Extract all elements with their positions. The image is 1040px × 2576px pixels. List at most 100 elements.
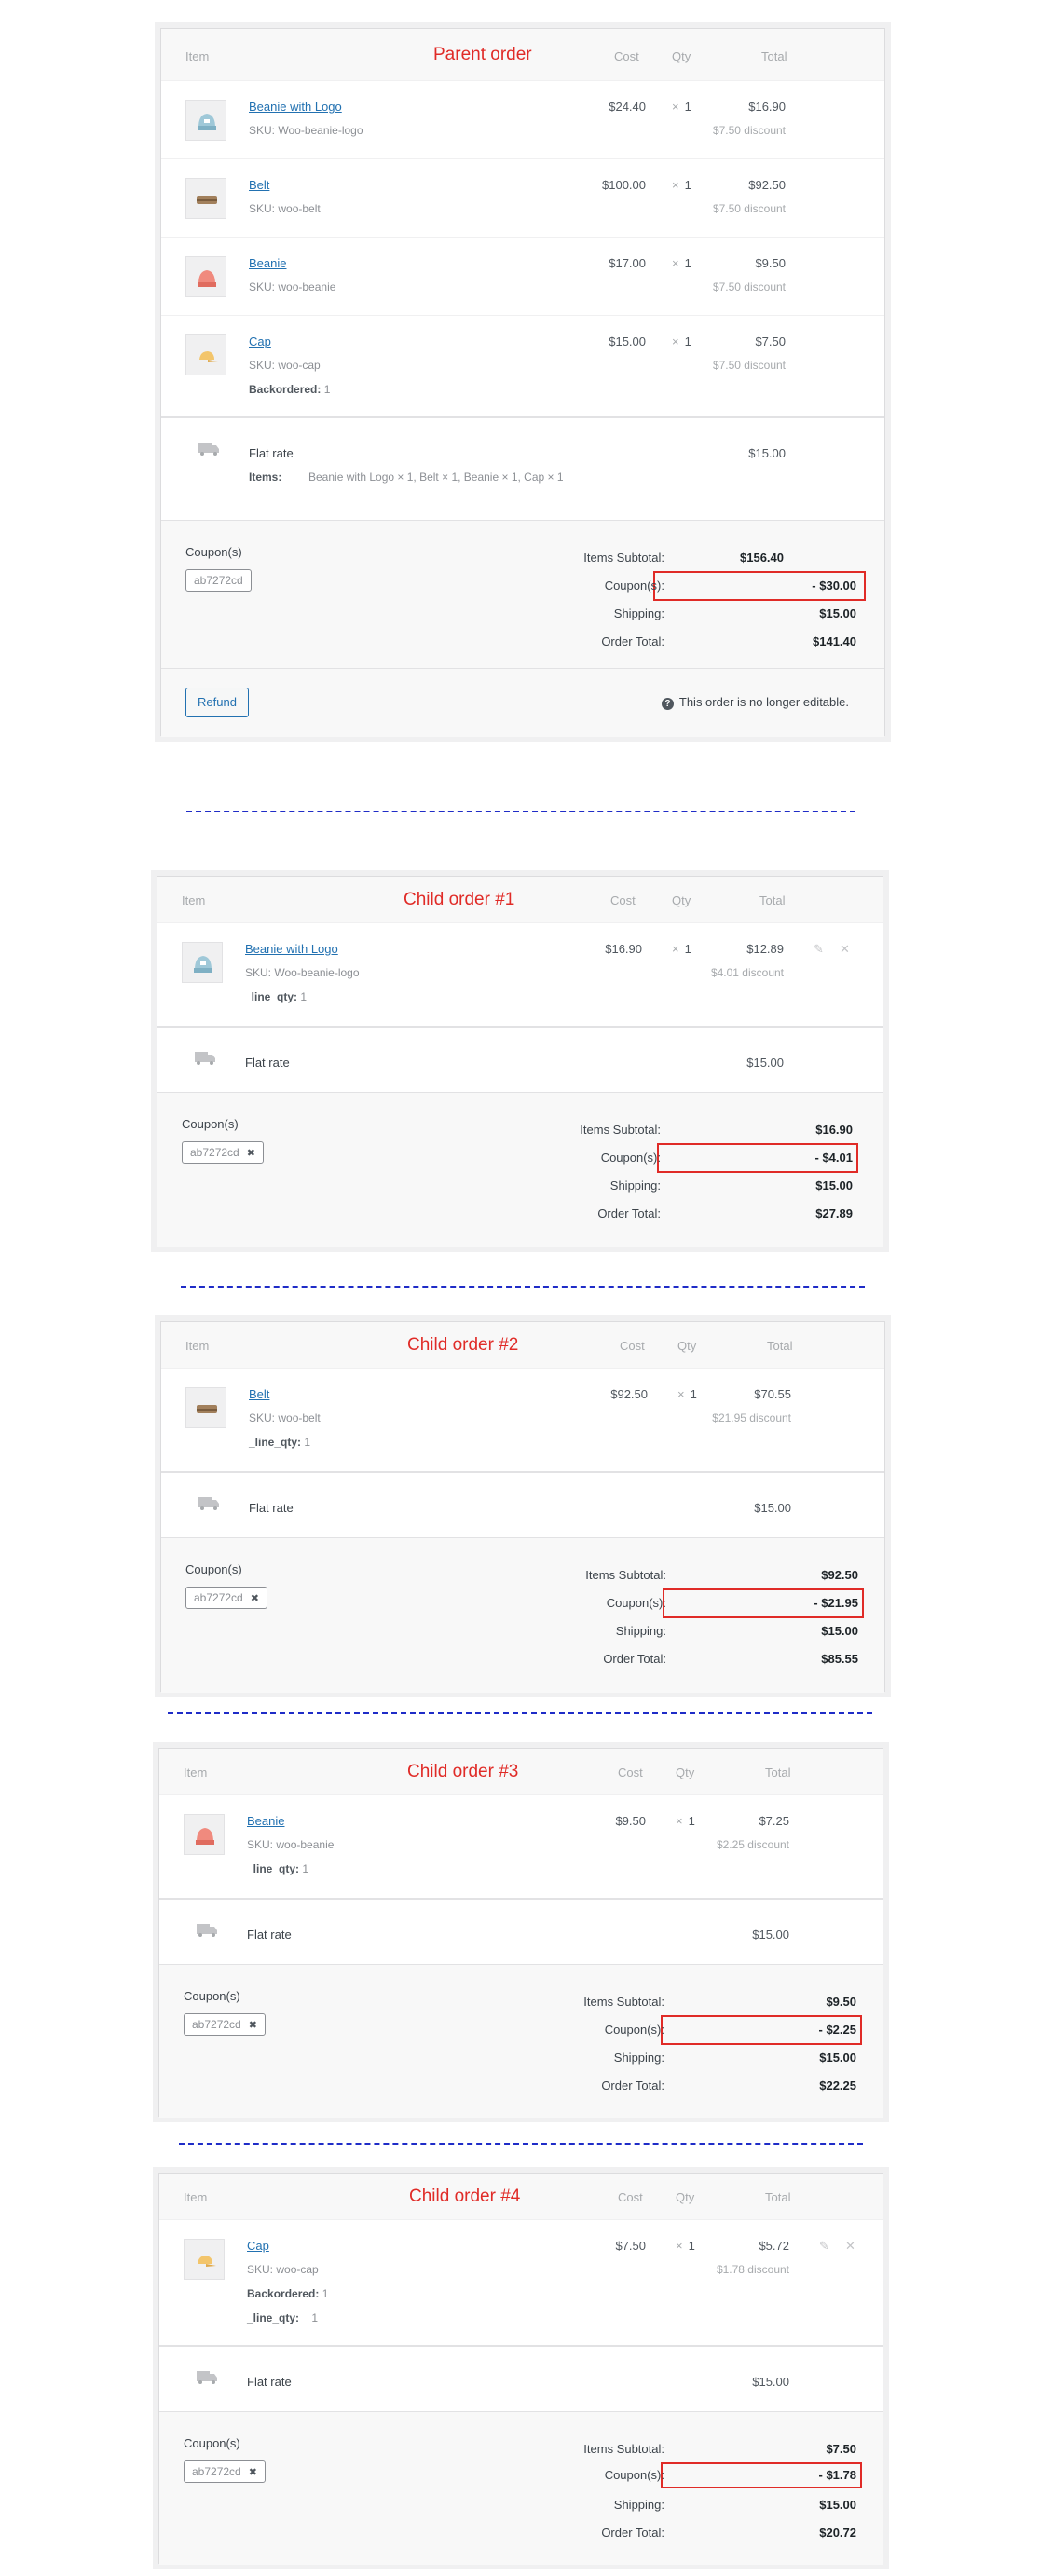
shipping-total-label: Shipping: xyxy=(609,1179,661,1193)
item-name-link[interactable]: Cap xyxy=(249,334,271,348)
item-discount: $1.78 discount xyxy=(716,2263,789,2276)
item-name-link[interactable]: Beanie with Logo xyxy=(249,100,342,114)
line-item: Belt SKU: woo-belt _line_qty: 1 $92.50 ×… xyxy=(161,1369,884,1473)
item-name-link[interactable]: Beanie xyxy=(247,1814,284,1828)
col-item: Item xyxy=(182,893,206,907)
qty-value: 1 xyxy=(684,100,691,114)
beanie-thumbnail xyxy=(185,256,226,297)
child-order-3-panel: Item Child order #3 Cost Qty Total Beani… xyxy=(158,1748,883,2118)
line-item: Beanie SKU: woo-beanie _line_qty: 1 $9.5… xyxy=(159,1795,883,1900)
item-cost: $100.00 xyxy=(602,178,646,192)
shipping-row: Flat rate Items: Beanie with Logo × 1, B… xyxy=(161,418,884,521)
order-total-label: Order Total: xyxy=(601,634,664,648)
items-subtotal-label: Items Subtotal: xyxy=(583,2442,664,2456)
col-qty: Qty xyxy=(672,49,691,63)
child-order-2-panel: Item Child order #2 Cost Qty Total Belt … xyxy=(160,1321,885,1693)
coupon-chip[interactable]: ab7272cd ✖ xyxy=(185,1587,267,1609)
items-subtotal-value: $7.50 xyxy=(826,2442,856,2456)
order-total-label: Order Total: xyxy=(603,1652,666,1666)
line-item: Belt SKU: woo-belt $100.00 × 1 $92.50 $7.… xyxy=(161,159,884,238)
shipping-total-value: $15.00 xyxy=(819,2051,856,2065)
shipping-total: $15.00 xyxy=(746,1056,784,1070)
edit-icon[interactable]: ✎ xyxy=(819,2239,829,2254)
items-subtotal-label: Items Subtotal: xyxy=(583,1995,664,2009)
shipping-row: Flat rate $15.00 xyxy=(159,1900,883,1965)
col-qty: Qty xyxy=(676,2190,695,2204)
not-editable-text: This order is no longer editable. xyxy=(678,695,849,709)
item-backordered: Backordered: 1 xyxy=(247,2287,328,2300)
cap-thumbnail xyxy=(185,334,226,375)
item-cost: $16.90 xyxy=(605,942,642,956)
item-name-link[interactable]: Cap xyxy=(247,2239,269,2253)
sku-label: SKU: xyxy=(249,202,276,215)
item-line-qty: _line_qty: 1 xyxy=(245,990,307,1003)
coupons-heading: Coupon(s) xyxy=(185,545,242,559)
truck-icon xyxy=(198,1497,219,1510)
remove-coupon-icon[interactable]: ✖ xyxy=(249,2467,257,2478)
shipping-row: Flat rate $15.00 xyxy=(161,1473,884,1538)
section-divider xyxy=(181,1286,865,1288)
item-name-link[interactable]: Beanie with Logo xyxy=(245,942,338,956)
sku-label: SKU: xyxy=(247,1838,274,1851)
item-name-link[interactable]: Belt xyxy=(249,178,269,192)
coupons-heading: Coupon(s) xyxy=(182,1117,239,1131)
order-totals-area: Coupon(s) ab7272cd ✖ Items Subtotal: $16.… xyxy=(157,1093,883,1247)
qty-value: 1 xyxy=(688,1814,695,1828)
section-divider xyxy=(179,2143,863,2145)
coupons-total-label: Coupon(s): xyxy=(604,2023,664,2037)
remove-coupon-icon[interactable]: ✖ xyxy=(247,1148,255,1159)
order-total-value: $20.72 xyxy=(819,2526,856,2540)
delete-icon[interactable]: ✕ xyxy=(845,2239,855,2254)
item-qty: × 1 xyxy=(672,334,691,348)
beanie-logo-icon xyxy=(194,956,212,973)
coupon-chip[interactable]: ab7272cd xyxy=(185,569,252,592)
shipping-method-name: Flat rate xyxy=(249,446,294,460)
sku-value: Woo-beanie-logo xyxy=(274,966,360,979)
order-total-value: $27.89 xyxy=(815,1206,853,1220)
items-header: Item Child order #1 Cost Qty Total xyxy=(157,877,883,923)
item-sku: SKU: woo-belt xyxy=(249,202,321,215)
sku-value: woo-belt xyxy=(278,1411,321,1424)
remove-coupon-icon[interactable]: ✖ xyxy=(251,1593,259,1604)
line-qty-label: _line_qty: xyxy=(247,2311,300,2324)
line-qty-value: 1 xyxy=(302,1862,309,1875)
coupon-chip[interactable]: ab7272cd ✖ xyxy=(182,1141,264,1164)
sku-value: woo-cap xyxy=(276,2263,319,2276)
item-sku: SKU: Woo-beanie-logo xyxy=(249,124,363,137)
refund-button[interactable]: Refund xyxy=(185,688,249,717)
coupon-code: ab7272cd xyxy=(192,2018,241,2031)
order-title: Child order #2 xyxy=(407,1335,519,1355)
coupons-total-value: - $21.95 xyxy=(814,1596,858,1610)
delete-icon[interactable]: ✕ xyxy=(840,942,850,957)
item-qty: × 1 xyxy=(672,178,691,192)
item-total: $7.50 xyxy=(755,334,786,348)
item-qty: × 1 xyxy=(676,2239,695,2253)
col-item: Item xyxy=(184,1765,208,1779)
order-title: Child order #1 xyxy=(404,890,515,909)
item-name-link[interactable]: Beanie xyxy=(249,256,286,270)
item-sku: SKU: Woo-beanie-logo xyxy=(245,966,360,979)
cap-icon xyxy=(198,2256,216,2267)
col-cost: Cost xyxy=(618,1765,643,1779)
beanie-thumbnail xyxy=(184,1814,225,1855)
remove-coupon-icon[interactable]: ✖ xyxy=(249,2020,257,2031)
item-discount: $4.01 discount xyxy=(710,966,784,979)
order-total-value: $141.40 xyxy=(813,634,856,648)
item-name-link[interactable]: Belt xyxy=(249,1387,269,1401)
item-cost: $9.50 xyxy=(615,1814,646,1828)
item-total: $9.50 xyxy=(755,256,786,270)
coupon-chip[interactable]: ab7272cd ✖ xyxy=(184,2013,266,2036)
coupon-code: ab7272cd xyxy=(190,1146,239,1159)
edit-icon[interactable]: ✎ xyxy=(814,942,824,957)
items-subtotal-value: $92.50 xyxy=(821,1568,858,1582)
coupon-chip[interactable]: ab7272cd ✖ xyxy=(184,2460,266,2483)
qty-value: 1 xyxy=(690,1387,697,1401)
sku-value: woo-belt xyxy=(278,202,321,215)
col-total: Total xyxy=(759,893,786,907)
shipping-total-label: Shipping: xyxy=(613,2051,664,2065)
item-discount: $7.50 discount xyxy=(712,280,786,293)
item-cost: $7.50 xyxy=(615,2239,646,2253)
item-line-qty: _line_qty: 1 xyxy=(247,2311,318,2324)
col-cost: Cost xyxy=(618,2190,643,2204)
belt-thumbnail xyxy=(185,1387,226,1428)
